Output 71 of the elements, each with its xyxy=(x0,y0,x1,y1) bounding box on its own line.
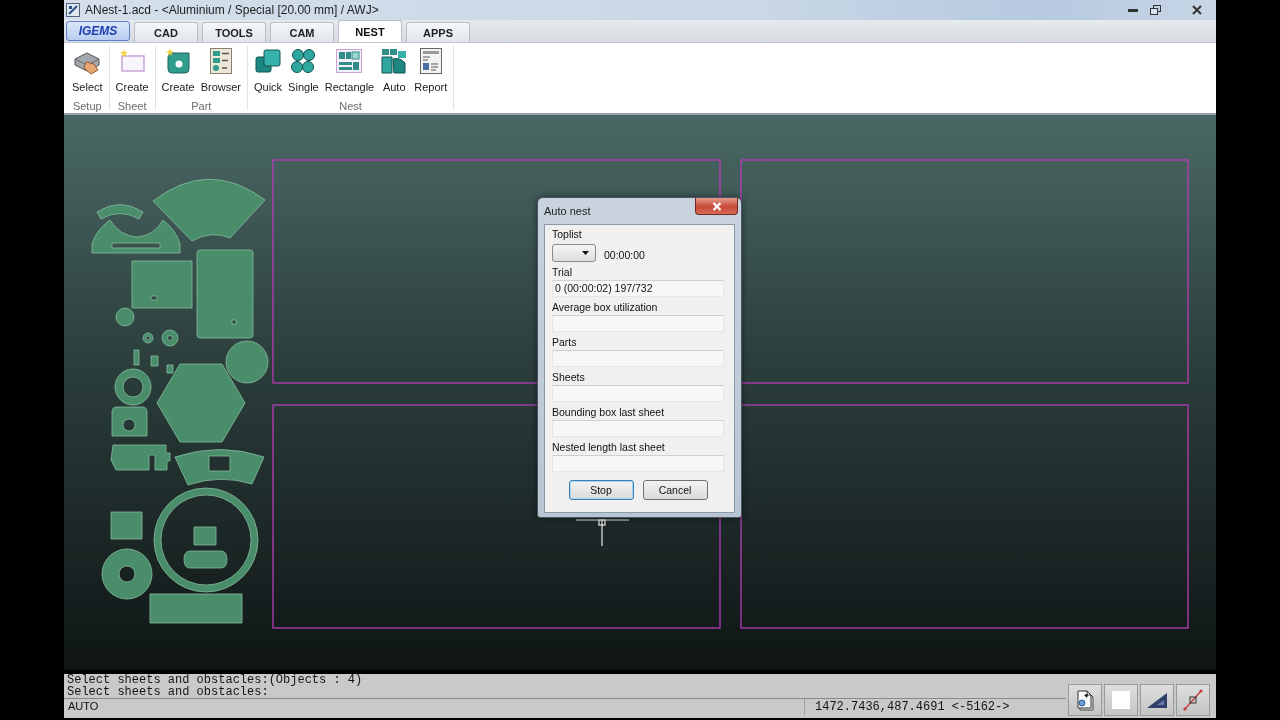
ring-part xyxy=(142,332,154,344)
slot-part xyxy=(150,355,159,367)
crosshair-cursor-icon xyxy=(575,519,630,547)
minimize-icon xyxy=(1128,8,1138,12)
ribbon-button[interactable]: Auto xyxy=(377,46,412,96)
ring-part xyxy=(161,329,179,347)
field-label: Nested length last sheet xyxy=(552,441,666,453)
ribbon-button[interactable]: Create xyxy=(158,46,198,96)
ribbon-tab[interactable]: TOOLS xyxy=(202,22,266,42)
snap-line-icon xyxy=(1181,688,1205,712)
window-title: ANest-1.acd - <Aluminium / Special [20.00 mm] / AWJ> xyxy=(85,3,379,17)
part-icon xyxy=(164,47,193,75)
dialog-title: Auto nest xyxy=(544,205,591,217)
ribbon-button[interactable]: Rectangle xyxy=(321,46,378,96)
ribbon-button[interactable]: Select xyxy=(69,46,106,96)
close-icon xyxy=(711,201,722,211)
slot-part xyxy=(166,364,174,374)
ribbon-tab[interactable]: APPS xyxy=(406,22,470,42)
field-label: Bounding box last sheet xyxy=(552,406,666,418)
circles-icon xyxy=(289,47,318,75)
ribbon-group-label: Setup xyxy=(72,99,102,113)
plate-part xyxy=(193,526,217,546)
toplist-dropdown[interactable] xyxy=(552,244,596,262)
ribbon-tab[interactable]: CAM xyxy=(270,22,334,42)
field-label: Trial xyxy=(552,266,574,278)
bracket-part xyxy=(110,444,171,471)
app-icon xyxy=(66,3,80,17)
close-button[interactable] xyxy=(695,198,738,215)
sheet-icon xyxy=(118,47,147,75)
ribbon-group-label: Part xyxy=(191,99,212,113)
ribbon-button[interactable]: Create xyxy=(112,46,152,96)
caret-icon xyxy=(582,251,589,255)
plate-part xyxy=(110,511,143,540)
ribbon-group-label: Nest xyxy=(339,99,362,113)
ribbon-button[interactable]: Single xyxy=(285,46,322,96)
field-label: Average box utilization xyxy=(552,301,659,313)
field-label: Parts xyxy=(552,336,578,348)
disc-part xyxy=(115,307,135,327)
ribbon-button[interactable]: Quick xyxy=(251,46,286,96)
block-part xyxy=(111,406,148,437)
close-icon xyxy=(1192,5,1202,15)
command-input-field[interactable]: AUTO xyxy=(64,699,805,715)
rectangles-icon xyxy=(335,47,364,75)
square-icon xyxy=(1109,688,1133,712)
elapsed-time: 00:00:00 xyxy=(604,249,645,261)
command-history-line: Select sheets and obstacles: xyxy=(67,686,269,698)
field-label: Sheets xyxy=(552,371,586,383)
command-history-line: Select sheets and obstacles:(Objects : 4) xyxy=(67,674,364,686)
dialog-button[interactable]: Cancel xyxy=(642,480,708,500)
app-menu-button[interactable]: IGEMS xyxy=(66,21,130,41)
curved-strip-part xyxy=(96,204,144,220)
restore-icon xyxy=(1149,5,1161,15)
ribbon-group-label: Sheet xyxy=(117,99,147,113)
stacked-squares-icon xyxy=(254,47,283,75)
toolbar-button[interactable] xyxy=(1068,684,1102,716)
field-label: Toplist xyxy=(552,228,583,240)
ribbon-tab[interactable]: CAD xyxy=(134,22,198,42)
readout-field: 0 (00:00:02) 197/732 xyxy=(552,280,724,297)
ribbon-tab[interactable]: NEST xyxy=(338,20,402,42)
plate-part xyxy=(131,260,193,309)
toolbar-button[interactable] xyxy=(1176,684,1210,716)
ring-part xyxy=(114,368,152,406)
nested-shapes-icon xyxy=(380,47,409,75)
cursor-coordinates: 1472.7436,487.4691 <-5162-> xyxy=(814,699,1011,715)
dialog-button[interactable]: Stop xyxy=(568,480,634,500)
ribbon-button[interactable]: Report xyxy=(411,46,451,96)
toolbar-button[interactable] xyxy=(1140,684,1174,716)
slot-part xyxy=(133,349,140,366)
disc-part xyxy=(225,340,269,384)
oval-part xyxy=(183,550,228,569)
ribbon-button[interactable]: Browser xyxy=(197,46,244,96)
